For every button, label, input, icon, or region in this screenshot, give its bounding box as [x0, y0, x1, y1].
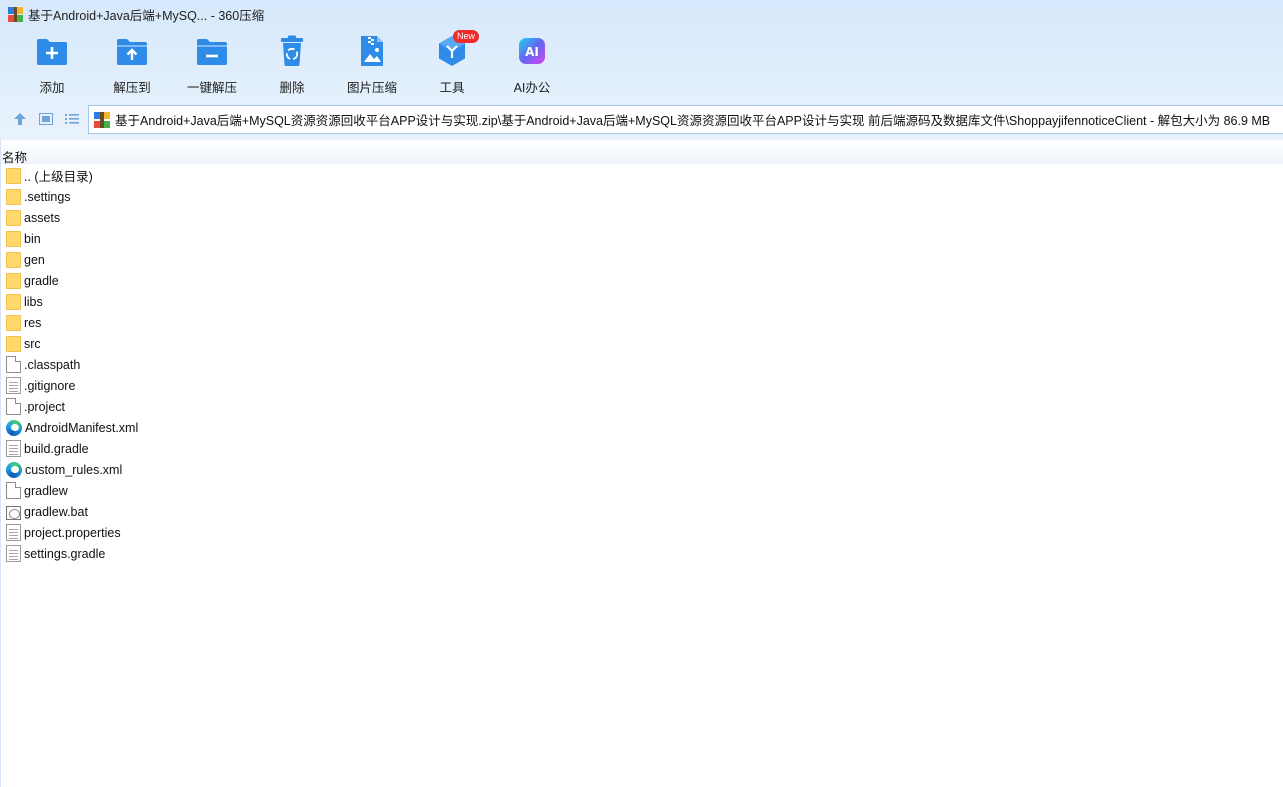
- zip-archive-icon: [94, 111, 110, 128]
- thumbnail-view-icon: [39, 113, 53, 125]
- file-row[interactable]: AndroidManifest.xml: [1, 417, 138, 438]
- ai-office-button[interactable]: AI AI办公: [492, 34, 572, 96]
- file-row[interactable]: gradlew.bat: [1, 501, 138, 522]
- extract-to-icon: [115, 34, 149, 68]
- tools-button[interactable]: 工具: [412, 34, 492, 96]
- file-name: gradlew.bat: [24, 504, 88, 519]
- folder-row[interactable]: gradle: [1, 270, 138, 291]
- title-bar: 基于Android+Java后端+MySQ... - 360压缩: [0, 0, 1283, 28]
- folder-icon: [6, 252, 21, 268]
- file-name: res: [24, 315, 42, 330]
- image-compress-button[interactable]: 图片压缩: [332, 34, 412, 96]
- top-panel: 基于Android+Java后端+MySQ... - 360压缩 添加 解压到 …: [0, 0, 1283, 140]
- file-name: custom_rules.xml: [25, 462, 123, 477]
- folder-icon: [6, 231, 21, 247]
- one-click-extract-icon: [195, 34, 229, 68]
- file-row[interactable]: gradlew: [1, 480, 138, 501]
- folder-icon: [6, 168, 21, 184]
- file-row[interactable]: project.properties: [1, 522, 138, 543]
- file-row[interactable]: .classpath: [1, 354, 138, 375]
- file-name: libs: [24, 294, 43, 309]
- file-name: assets: [24, 210, 61, 225]
- address-path: 基于Android+Java后端+MySQL资源资源回收平台APP设计与实现.z…: [115, 114, 1271, 128]
- file-name: gradle: [24, 273, 59, 288]
- recycle-delete-icon: [275, 34, 309, 68]
- up-arrow-button[interactable]: [11, 110, 29, 128]
- folder-row[interactable]: .. (上级目录): [1, 165, 138, 186]
- folder-icon: [6, 294, 21, 310]
- address-bar[interactable]: 基于Android+Java后端+MySQL资源资源回收平台APP设计与实现.z…: [88, 105, 1283, 134]
- edge-browser-icon: [6, 461, 22, 478]
- file-name: src: [24, 336, 41, 351]
- blank-file-icon: [6, 398, 21, 415]
- svg-text:AI: AI: [525, 45, 539, 59]
- ai-office-label: AI办公: [513, 81, 551, 95]
- folder-icon: [6, 189, 21, 205]
- add-button[interactable]: 添加: [12, 34, 92, 96]
- list-view-button[interactable]: [63, 110, 81, 128]
- blank-file-icon: [6, 356, 21, 373]
- file-rows: .. (上级目录) .settings assets bin gen gradle libs…: [1, 165, 138, 564]
- file-name: .settings: [24, 189, 71, 204]
- folder-row[interactable]: libs: [1, 291, 138, 312]
- column-header-label: 名称: [2, 151, 28, 165]
- toolbar: 添加 解压到 一键解压 删除 图片压缩 工具 AI AI办公: [12, 34, 572, 96]
- archive-app-icon: [8, 6, 23, 22]
- extract-to-label: 解压到: [113, 81, 151, 95]
- folder-icon: [6, 315, 21, 331]
- one-click-extract-label: 一键解压: [186, 81, 237, 95]
- folder-icon: [6, 273, 21, 289]
- extract-to-button[interactable]: 解压到: [92, 34, 172, 96]
- delete-label: 删除: [279, 81, 305, 95]
- file-name: AndroidManifest.xml: [25, 420, 139, 435]
- up-arrow-icon: [14, 113, 26, 125]
- image-compress-icon: [355, 34, 389, 68]
- file-name: .classpath: [24, 357, 81, 372]
- folder-row[interactable]: .settings: [1, 186, 138, 207]
- image-compress-label: 图片压缩: [346, 81, 397, 95]
- add-label: 添加: [39, 81, 65, 95]
- file-name: settings.gradle: [24, 546, 106, 561]
- window-title: 基于Android+Java后端+MySQ... - 360压缩: [28, 8, 265, 23]
- text-file-icon: [6, 440, 21, 457]
- folder-row[interactable]: res: [1, 312, 138, 333]
- file-name: gen: [24, 252, 45, 267]
- address-row: 基于Android+Java后端+MySQL资源资源回收平台APP设计与实现.z…: [0, 104, 1283, 134]
- file-name: .project: [24, 399, 65, 414]
- folder-row[interactable]: gen: [1, 249, 138, 270]
- file-row[interactable]: custom_rules.xml: [1, 459, 138, 480]
- edge-browser-icon: [6, 419, 22, 436]
- file-row[interactable]: .gitignore: [1, 375, 138, 396]
- file-name: .gitignore: [24, 378, 76, 393]
- delete-button[interactable]: 删除: [252, 34, 332, 96]
- list-view-icon: [65, 114, 79, 124]
- new-badge: New: [453, 30, 480, 43]
- file-list: 名称 .. (上级目录) .settings assets bin gen gradle l…: [0, 140, 1283, 787]
- text-file-icon: [6, 524, 21, 541]
- folder-icon: [6, 336, 21, 352]
- ai-office-icon: AI: [515, 34, 549, 68]
- file-name: gradlew: [24, 483, 68, 498]
- tools-label: 工具: [439, 81, 465, 95]
- thumbnail-view-button[interactable]: [37, 110, 55, 128]
- file-row[interactable]: settings.gradle: [1, 543, 138, 564]
- file-row[interactable]: build.gradle: [1, 438, 138, 459]
- batch-file-icon: [6, 505, 21, 520]
- folder-row[interactable]: assets: [1, 207, 138, 228]
- folder-icon: [6, 210, 21, 226]
- file-name: project.properties: [24, 525, 121, 540]
- file-row[interactable]: .project: [1, 396, 138, 417]
- one-click-extract-button[interactable]: 一键解压: [172, 34, 252, 96]
- file-name: .. (上级目录): [24, 170, 93, 184]
- folder-row[interactable]: src: [1, 333, 138, 354]
- folder-row[interactable]: bin: [1, 228, 138, 249]
- file-name: build.gradle: [24, 441, 89, 456]
- file-name: bin: [24, 231, 41, 246]
- text-file-icon: [6, 545, 21, 562]
- blank-file-icon: [6, 482, 21, 499]
- text-file-icon: [6, 377, 21, 394]
- column-header-name[interactable]: 名称: [1, 144, 1283, 165]
- add-folder-icon: [35, 34, 69, 68]
